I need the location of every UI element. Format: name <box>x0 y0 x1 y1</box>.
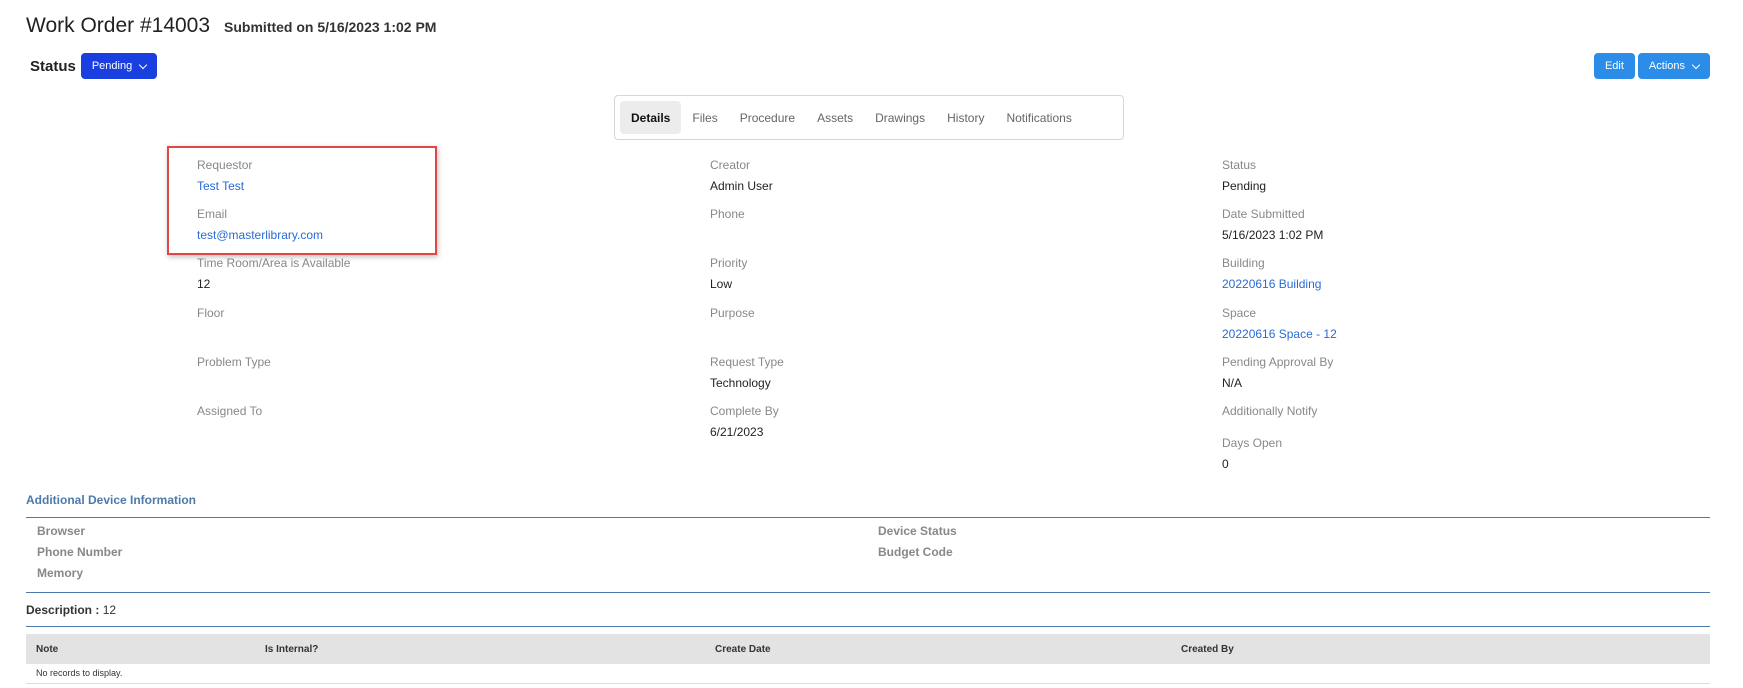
field-label: Request Type <box>710 355 784 369</box>
field-priority: Priority Low <box>710 256 747 291</box>
description-label: Description : <box>26 603 100 617</box>
device-info-title: Additional Device Information <box>26 493 197 507</box>
field-label: Pending Approval By <box>1222 355 1334 369</box>
tab-notifications[interactable]: Notifications <box>995 101 1082 134</box>
field-value: N/A <box>1222 376 1243 390</box>
tab-assets[interactable]: Assets <box>806 101 864 134</box>
field-label: Building <box>1222 256 1265 270</box>
field-space: Space 20220616 Space - 12 <box>1222 306 1337 341</box>
field-building: Building 20220616 Building <box>1222 256 1321 291</box>
status-dropdown-label: Pending <box>91 60 133 72</box>
field-label: Email <box>197 207 228 221</box>
field-label: Date Submitted <box>1222 207 1305 221</box>
field-days-open: Days Open 0 <box>1222 436 1282 471</box>
field-label: Phone <box>710 207 745 221</box>
field-label: Days Open <box>1222 436 1283 450</box>
device-label-device-status: Device Status <box>878 524 957 538</box>
field-email: Email test@masterlibrary.com <box>197 207 323 242</box>
tab-history[interactable]: History <box>936 101 995 134</box>
field-floor: Floor <box>197 306 224 327</box>
field-label: Complete By <box>710 404 779 418</box>
status-dropdown-button[interactable]: Pending <box>80 53 158 79</box>
description: Description : 12 <box>26 603 116 617</box>
field-creator: Creator Admin User <box>710 158 773 193</box>
header-actions: Edit Actions <box>1593 53 1710 79</box>
description-value: 12 <box>102 603 117 617</box>
tab-files[interactable]: Files <box>681 101 728 134</box>
building-link[interactable]: 20220616 Building <box>1222 277 1321 291</box>
field-phone: Phone <box>710 207 745 228</box>
field-value: Admin User <box>710 179 773 193</box>
tab-procedure[interactable]: Procedure <box>729 101 806 134</box>
actions-button-label: Actions <box>1648 60 1685 72</box>
field-problem-type: Problem Type <box>197 355 271 376</box>
column-header-is-internal[interactable]: Is Internal? <box>265 644 318 655</box>
column-header-created-by[interactable]: Created By <box>1181 644 1234 655</box>
tab-details[interactable]: Details <box>620 101 682 134</box>
page-header: Work Order #14003 Submitted on 5/16/2023… <box>26 14 436 38</box>
field-label: Requestor <box>197 158 253 172</box>
device-label-browser: Browser <box>37 524 86 538</box>
field-label: Problem Type <box>197 355 271 369</box>
field-requestor: Requestor Test Test <box>197 158 252 193</box>
field-time-available: Time Room/Area is Available 12 <box>197 256 350 291</box>
field-label: Creator <box>710 158 751 172</box>
notes-grid-header: Note Is Internal? Create Date Created By <box>26 634 1710 664</box>
field-value: 6/21/2023 <box>710 425 764 439</box>
chevron-down-icon <box>138 60 148 69</box>
field-status: Status Pending <box>1222 158 1266 193</box>
field-value: 12 <box>197 277 211 291</box>
field-label: Priority <box>710 256 748 270</box>
device-label-memory: Memory <box>37 566 84 580</box>
field-request-type: Request Type Technology <box>710 355 784 390</box>
device-label-phone-number: Phone Number <box>37 545 123 559</box>
field-label: Space <box>1222 306 1257 320</box>
tab-drawings[interactable]: Drawings <box>864 101 936 134</box>
field-value: Technology <box>710 376 771 390</box>
requestor-link[interactable]: Test Test <box>197 179 252 193</box>
notes-grid-bottom-border <box>26 683 1710 684</box>
field-value: Low <box>710 277 733 291</box>
field-date-submitted: Date Submitted 5/16/2023 1:02 PM <box>1222 207 1323 242</box>
field-additionally-notify: Additionally Notify <box>1222 404 1317 425</box>
field-pending-approval-by: Pending Approval By N/A <box>1222 355 1333 390</box>
column-header-create-date[interactable]: Create Date <box>715 644 771 655</box>
space-link[interactable]: 20220616 Space - 12 <box>1222 327 1337 341</box>
notes-grid-empty-message: No records to display. <box>36 668 123 678</box>
field-label: Status <box>1222 158 1257 172</box>
email-link[interactable]: test@masterlibrary.com <box>197 228 323 242</box>
field-label: Purpose <box>710 306 755 320</box>
submitted-date: Submitted on 5/16/2023 1:02 PM <box>224 19 437 35</box>
field-label: Time Room/Area is Available <box>197 256 351 270</box>
chevron-down-icon <box>1691 60 1701 69</box>
device-label-budget-code: Budget Code <box>878 545 953 559</box>
field-complete-by: Complete By 6/21/2023 <box>710 404 779 439</box>
field-value: 0 <box>1222 457 1229 471</box>
edit-button[interactable]: Edit <box>1593 53 1635 79</box>
field-value: Pending <box>1222 179 1267 193</box>
status-label: Status <box>30 57 76 75</box>
column-header-note[interactable]: Note <box>36 644 58 655</box>
field-assigned-to: Assigned To <box>197 404 262 425</box>
field-purpose: Purpose <box>710 306 755 327</box>
divider <box>26 626 1710 627</box>
tab-bar: Details Files Procedure Assets Drawings … <box>614 95 1124 140</box>
field-value: 5/16/2023 1:02 PM <box>1222 228 1324 242</box>
field-label: Additionally Notify <box>1222 404 1318 418</box>
actions-dropdown-button[interactable]: Actions <box>1637 53 1710 79</box>
status-row: Status Pending <box>30 53 158 79</box>
divider <box>26 592 1710 593</box>
field-label: Assigned To <box>197 404 263 418</box>
field-label: Floor <box>197 306 225 320</box>
divider <box>26 517 1710 518</box>
page-title: Work Order #14003 <box>26 14 211 37</box>
edit-button-label: Edit <box>1604 60 1624 72</box>
